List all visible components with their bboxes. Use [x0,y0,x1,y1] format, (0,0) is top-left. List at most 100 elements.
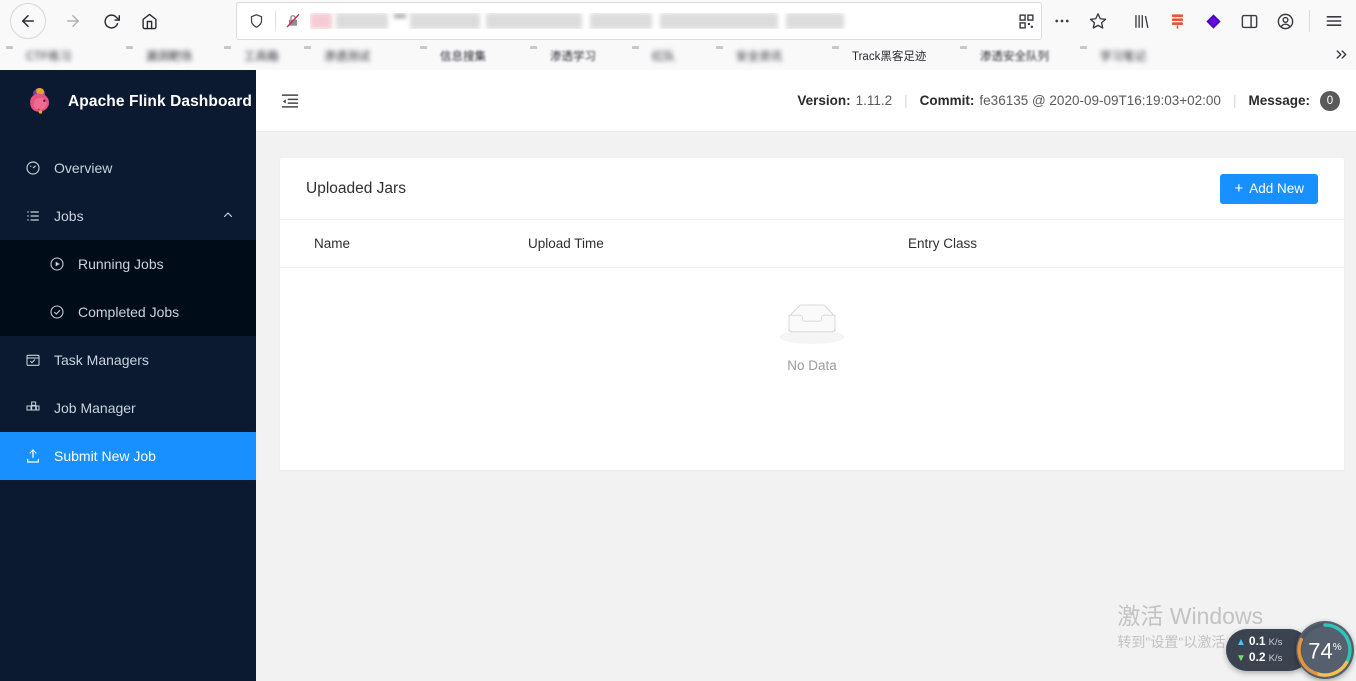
chevron-up-icon[interactable] [222,208,234,224]
dashboard-icon [24,159,42,177]
extension-icon[interactable] [1160,4,1194,38]
bookmarks-bar: CTF练习 漏洞靶场 工具箱 渗透测试 信息搜集 渗透学习 红队 安全资讯 Track黑客足迹 渗… [0,42,1356,70]
play-circle-icon [48,255,66,273]
back-button[interactable] [10,3,46,39]
bookmark-item[interactable]: 信息搜集 [420,45,526,67]
menu-fold-icon[interactable] [280,91,300,111]
cpu-usage-gauge[interactable]: 74% [1296,621,1354,679]
empty-state-label: No Data [787,358,837,373]
home-button[interactable] [132,4,166,38]
folder-icon [6,49,22,63]
bookmark-item[interactable]: 安全资讯 [716,45,828,67]
download-speed-unit: K/s [1268,653,1283,664]
sidebar-item-job-manager[interactable]: Job Manager [0,384,256,432]
reload-icon [103,13,120,30]
sidebar-item-task-managers[interactable]: Task Managers [0,336,256,384]
upload-arrow-icon: ▲ [1236,637,1246,648]
flink-dashboard-app: Apache Flink Dashboard Overview Jobs Run… [0,70,1356,681]
bookmark-label: 渗透安全队列 [980,51,1049,63]
brand-title: Apache Flink Dashboard [68,93,252,110]
sidebar-menu: Overview Jobs Running Jobs Completed Job… [0,144,256,480]
list-icon [24,207,42,225]
column-header-entry-class: Entry Class [908,236,978,251]
commit-label: Commit: [919,93,975,108]
upload-speed-value: 0.1 [1248,634,1266,648]
folder-icon [420,49,436,63]
bookmark-label: CTF练习 [26,51,72,63]
qr-code-icon[interactable] [1009,4,1043,38]
bookmark-label: 红队 [652,51,675,63]
folder-icon [530,49,546,63]
sidebar-item-label: Task Managers [54,352,149,368]
flink-squirrel-logo [22,84,58,120]
bookmark-label: 漏洞靶场 [146,51,192,63]
bookmark-label: Track黑客足迹 [852,51,927,63]
content-area: Version: 1.11.2 | Commit: fe36135 @ 2020… [256,70,1356,681]
download-speed-value: 0.2 [1248,650,1266,664]
bookmark-item[interactable]: 学习笔记 [1080,45,1220,67]
shield-icon[interactable] [243,13,269,29]
sidebar-item-jobs[interactable]: Jobs [0,192,256,240]
info-separator: | [904,93,908,108]
urlbar-divider [275,11,276,31]
check-circle-icon [48,303,66,321]
library-icon[interactable] [1124,4,1158,38]
ellipsis-icon[interactable] [1045,4,1079,38]
add-new-button[interactable]: + Add New [1220,173,1318,204]
lock-slash-icon[interactable] [282,13,304,29]
bookmark-label: 渗透学习 [550,51,596,63]
column-header-name: Name [314,236,351,251]
sidebar-item-label: Submit New Job [54,448,156,464]
bookmark-label: 工具箱 [244,51,279,63]
page-title: Uploaded Jars [306,179,406,197]
star-icon[interactable] [1081,4,1115,38]
bookmark-item[interactable]: CTF练习 [6,45,122,67]
bookmark-item[interactable]: 漏洞靶场 [126,45,220,67]
sidebar-item-label: Completed Jobs [78,304,180,320]
reload-button[interactable] [94,4,128,38]
account-icon[interactable] [1268,4,1302,38]
sidebar-item-overview[interactable]: Overview [0,144,256,192]
home-icon [141,13,158,30]
diamond-icon[interactable] [1196,4,1230,38]
message-label: Message: [1248,93,1310,108]
sidebar-item-running-jobs[interactable]: Running Jobs [0,240,256,288]
bookmark-item[interactable]: Track黑客足迹 [832,45,956,67]
folder-icon [716,49,732,63]
brand: Apache Flink Dashboard [0,70,256,134]
version-label: Version: [797,93,851,108]
folder-icon [126,49,142,63]
gauge-value: 74% [1308,637,1341,662]
message-count-badge[interactable]: 0 [1320,90,1340,111]
upload-speed-unit: K/s [1268,637,1283,648]
bookmark-label: 安全资讯 [736,51,782,63]
sidebar-item-submit-new-job[interactable]: Submit New Job [0,432,256,480]
url-text[interactable] [310,13,1035,29]
folder-icon [832,49,848,63]
forward-button[interactable] [56,4,90,38]
sidebar-item-completed-jobs[interactable]: Completed Jobs [0,288,256,336]
blocks-icon [24,399,42,417]
url-bar[interactable] [236,2,1042,40]
bookmark-item[interactable]: 红队 [632,45,712,67]
bookmark-item[interactable]: 渗透测试 [304,45,416,67]
add-new-label: Add New [1249,181,1304,196]
hamburger-menu-icon[interactable] [1317,4,1351,38]
plus-icon: + [1234,180,1244,197]
empty-state: No Data [280,268,1344,373]
build-info: Version: 1.11.2 | Commit: fe36135 @ 2020… [797,90,1340,111]
bookmarks-overflow-icon[interactable] [1333,46,1350,68]
info-separator-2: | [1232,93,1237,108]
sidebar-item-label: Jobs [54,208,84,224]
bookmark-item[interactable]: 工具箱 [224,45,300,67]
sidebar-icon[interactable] [1232,4,1266,38]
jars-table-header: Name Upload Time Entry Class [280,220,1344,268]
bookmark-item[interactable]: 渗透安全队列 [960,45,1076,67]
bookmark-item[interactable]: 渗透学习 [530,45,628,67]
forward-arrow-icon [64,12,82,30]
folder-icon [224,49,240,63]
toolbar-divider [1309,10,1310,32]
sidebar-item-label: Job Manager [54,400,136,416]
card-header: Uploaded Jars + Add New [280,158,1344,220]
back-arrow-icon [19,12,37,30]
